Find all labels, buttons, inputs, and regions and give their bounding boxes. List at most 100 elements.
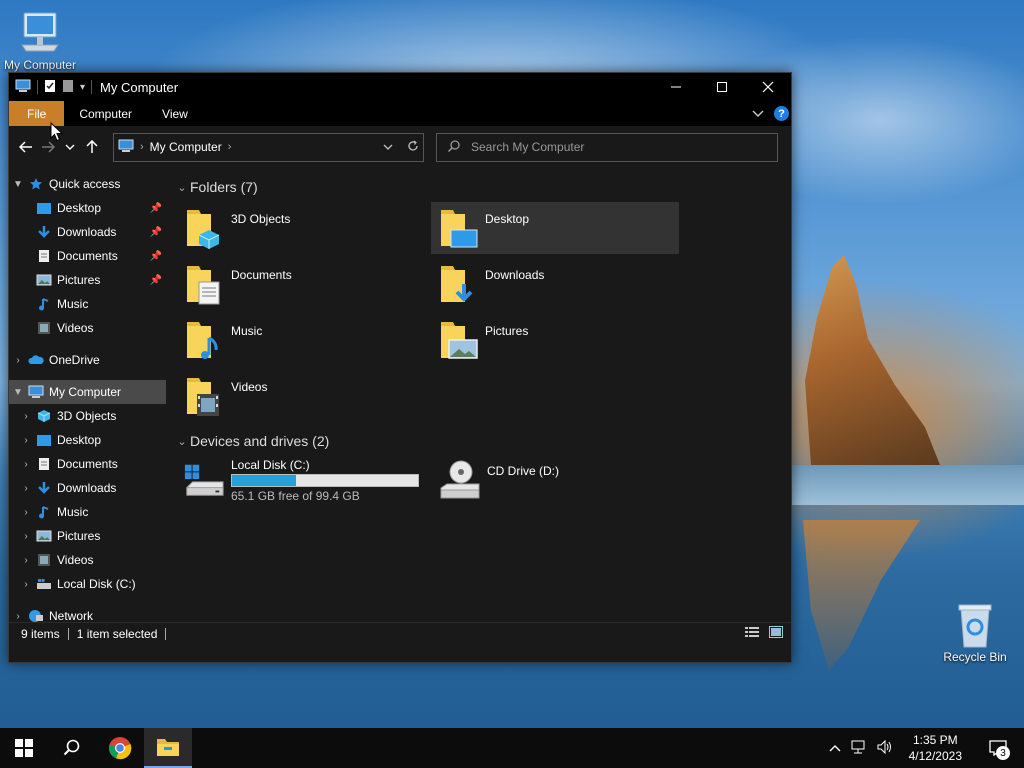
folder-desktop[interactable]: Desktop xyxy=(431,202,679,254)
breadcrumb-my-computer[interactable]: My Computer xyxy=(150,140,222,154)
back-button[interactable] xyxy=(15,136,37,158)
folder-pictures[interactable]: Pictures xyxy=(431,314,679,366)
sidebar-item-label: Desktop xyxy=(57,433,102,447)
tab-view[interactable]: View xyxy=(147,101,203,126)
chevron-right-icon[interactable]: › xyxy=(17,459,35,470)
search-button[interactable] xyxy=(48,728,96,768)
sidebar-item-label: Quick access xyxy=(49,177,121,191)
minimize-button[interactable] xyxy=(653,73,699,101)
title-bar[interactable]: ▾ My Computer xyxy=(9,73,791,101)
divider xyxy=(165,627,167,640)
taskbar-file-explorer-button[interactable] xyxy=(144,728,192,768)
expand-ribbon-chevron-icon[interactable] xyxy=(752,107,764,121)
folder-music[interactable]: Music xyxy=(177,314,425,366)
pin-icon[interactable]: 📌 xyxy=(150,227,162,238)
address-history-chevron-icon[interactable] xyxy=(383,140,393,154)
taskbar-chrome-button[interactable] xyxy=(96,728,144,768)
desktop-icon xyxy=(35,432,53,448)
tab-computer[interactable]: Computer xyxy=(64,101,147,126)
close-button[interactable] xyxy=(745,73,791,101)
chevron-right-icon[interactable]: › xyxy=(17,531,35,542)
network-icon[interactable] xyxy=(851,740,867,757)
view-switcher xyxy=(745,626,791,641)
desktop-icon-recycle-bin[interactable]: Recycle Bin xyxy=(940,600,1010,664)
desktop-icon-label: Recycle Bin xyxy=(943,650,1007,664)
refresh-icon[interactable] xyxy=(407,140,419,155)
sidebar-item-quick-access[interactable]: ▼ Quick access xyxy=(9,172,166,196)
breadcrumb-separator-icon[interactable]: › xyxy=(140,141,144,153)
sidebar-item-pictures-quick[interactable]: Pictures 📌 xyxy=(9,268,166,292)
computer-icon xyxy=(118,139,134,156)
drive-local-disk-c[interactable]: Local Disk (C:) 65.1 GB free of 99.4 GB xyxy=(177,456,425,508)
folders-group-header[interactable]: ⌄ Folders (7) xyxy=(174,174,791,200)
devices-group-header[interactable]: ⌄ Devices and drives (2) xyxy=(174,428,791,454)
chevron-down-icon[interactable]: ⌄ xyxy=(174,435,190,448)
folder-label: 3D Objects xyxy=(231,212,291,226)
sidebar-item-network[interactable]: › Network xyxy=(9,604,166,628)
sidebar-item-documents-quick[interactable]: Documents 📌 xyxy=(9,244,166,268)
sidebar-item-onedrive[interactable]: › OneDrive xyxy=(9,348,166,372)
sidebar-item-downloads-quick[interactable]: Downloads 📌 xyxy=(9,220,166,244)
sidebar-item-videos-quick[interactable]: Videos xyxy=(9,316,166,340)
chevron-right-icon[interactable]: › xyxy=(17,483,35,494)
chevron-right-icon[interactable]: › xyxy=(9,355,27,366)
details-view-icon[interactable] xyxy=(745,626,759,641)
address-bar-actions xyxy=(383,140,419,155)
search-box[interactable]: Search My Computer xyxy=(436,132,778,162)
drive-name: CD Drive (D:) xyxy=(487,464,559,478)
new-folder-icon[interactable] xyxy=(62,79,74,96)
chevron-right-icon[interactable]: › xyxy=(9,611,27,622)
sidebar-item-3d-objects[interactable]: › 3D Objects xyxy=(9,404,166,428)
chevron-down-icon[interactable]: ▾ xyxy=(80,82,85,93)
sidebar-item-label: Network xyxy=(49,609,94,623)
large-icons-view-icon[interactable] xyxy=(769,626,783,641)
desktop-icon-my-computer[interactable]: My Computer xyxy=(0,8,80,72)
drive-cd-d[interactable]: CD Drive (D:) xyxy=(431,456,679,508)
maximize-button[interactable] xyxy=(699,73,745,101)
search-input[interactable]: Search My Computer xyxy=(471,140,584,154)
quick-access-toolbar: ▾ xyxy=(9,79,93,96)
sidebar-item-music-quick[interactable]: Music xyxy=(9,292,166,316)
pin-icon[interactable]: 📌 xyxy=(150,275,162,286)
notification-count-badge: 3 xyxy=(996,746,1010,760)
sidebar-item-music[interactable]: › Music xyxy=(9,500,166,524)
address-bar[interactable]: › My Computer › xyxy=(113,132,424,162)
sidebar-item-downloads[interactable]: › Downloads xyxy=(9,476,166,500)
notification-center-button[interactable]: 3 xyxy=(978,728,1018,768)
sidebar-item-desktop-quick[interactable]: Desktop 📌 xyxy=(9,196,166,220)
start-button[interactable] xyxy=(0,728,48,768)
hard-drive-icon xyxy=(35,576,53,592)
chevron-right-icon[interactable]: › xyxy=(17,555,35,566)
chevron-down-icon[interactable]: ⌄ xyxy=(174,181,190,194)
show-hidden-icons-chevron-icon[interactable] xyxy=(829,741,841,755)
sidebar-item-label: Downloads xyxy=(57,225,117,239)
sidebar-item-documents[interactable]: › Documents xyxy=(9,452,166,476)
music-note-icon xyxy=(35,504,53,520)
folder-3d-objects[interactable]: 3D Objects xyxy=(177,202,425,254)
sidebar-item-videos[interactable]: › Videos xyxy=(9,548,166,572)
sidebar-item-label: Pictures xyxy=(57,273,101,287)
properties-icon[interactable] xyxy=(44,79,56,96)
help-button[interactable]: ? xyxy=(774,106,789,121)
pin-icon[interactable]: 📌 xyxy=(150,251,162,262)
chevron-right-icon[interactable]: › xyxy=(17,507,35,518)
sidebar-item-my-computer[interactable]: ▼ My Computer xyxy=(9,380,166,404)
breadcrumb-separator-icon[interactable]: › xyxy=(228,141,232,153)
folder-videos[interactable]: Videos xyxy=(177,370,425,422)
clock[interactable]: 1:35 PM 4/12/2023 xyxy=(903,732,968,764)
sidebar-item-desktop[interactable]: › Desktop xyxy=(9,428,166,452)
chevron-right-icon[interactable]: › xyxy=(17,435,35,446)
up-button[interactable] xyxy=(81,136,103,158)
chevron-right-icon[interactable]: › xyxy=(17,411,35,422)
chevron-down-icon[interactable]: ▼ xyxy=(9,387,27,398)
sidebar-item-local-disk[interactable]: › Local Disk (C:) xyxy=(9,572,166,596)
sidebar-item-pictures[interactable]: › Pictures xyxy=(9,524,166,548)
pin-icon[interactable]: 📌 xyxy=(150,203,162,214)
folder-documents[interactable]: Documents xyxy=(177,258,425,310)
chevron-down-icon[interactable]: ▼ xyxy=(9,179,27,190)
ribbon-tabs: File Computer View ? xyxy=(9,101,791,126)
volume-icon[interactable] xyxy=(877,739,893,757)
folder-downloads[interactable]: Downloads xyxy=(431,258,679,310)
sidebar-item-label: Music xyxy=(57,505,89,519)
chevron-right-icon[interactable]: › xyxy=(17,579,35,590)
